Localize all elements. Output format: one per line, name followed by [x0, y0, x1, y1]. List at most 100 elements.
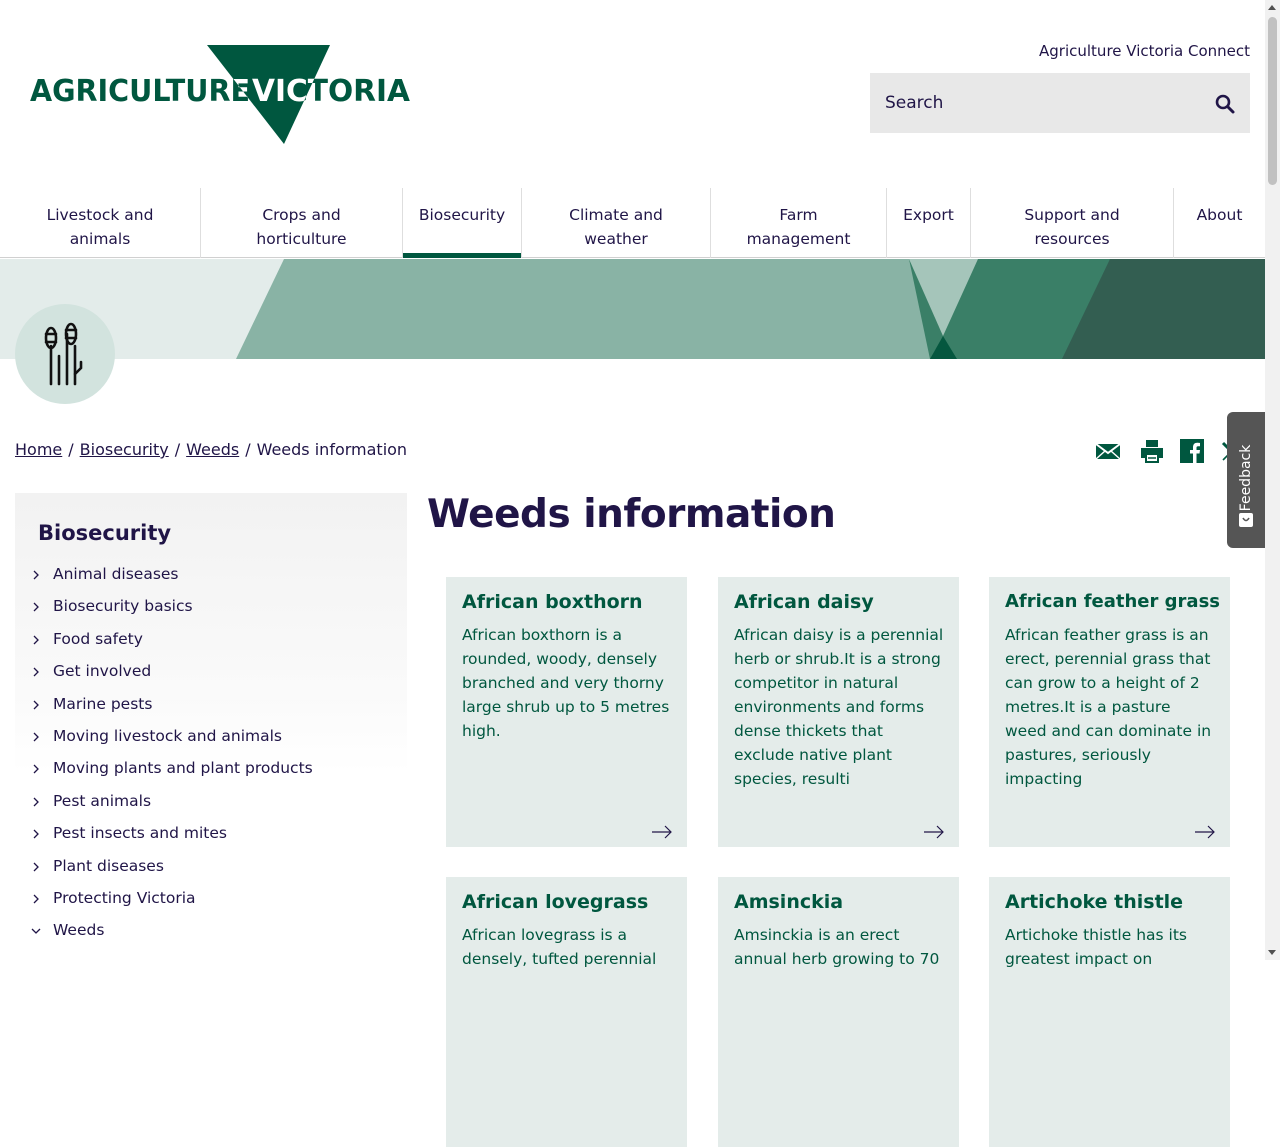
- sidebar-item-pest-animals[interactable]: Pest animals: [15, 789, 407, 817]
- scroll-thumb[interactable]: [1268, 17, 1277, 185]
- weed-card-african-boxthorn[interactable]: African boxthorn African boxthorn is a r…: [446, 577, 687, 847]
- card-title: Amsinckia: [734, 891, 844, 913]
- sidebar-item-label: Pest insects and mites: [53, 824, 227, 842]
- breadcrumb-current: Weeds information: [256, 440, 408, 459]
- chevron-right-icon: [33, 667, 39, 677]
- sidebar-item-marine-pests[interactable]: Marine pests: [15, 692, 407, 720]
- card-title: African lovegrass: [462, 891, 649, 913]
- sidebar-item-label: Food safety: [53, 630, 143, 648]
- logo-word-agriculture: AGRICULTURE: [30, 74, 250, 109]
- nav-label: Farm management: [746, 206, 851, 248]
- weed-card-artichoke-thistle[interactable]: Artichoke thistle Artichoke thistle has …: [989, 877, 1230, 1147]
- chevron-right-icon: [33, 700, 39, 710]
- sidebar-item-animal-diseases[interactable]: Animal diseases: [15, 562, 407, 590]
- card-title: African boxthorn: [462, 591, 643, 613]
- breadcrumb-weeds[interactable]: Weeds: [186, 440, 239, 459]
- sidebar-item-label: Protecting Victoria: [53, 889, 196, 907]
- feedback-label: Feedback: [1238, 444, 1254, 512]
- sidebar-item-weeds[interactable]: Weeds: [15, 918, 407, 946]
- nav-support-and-resources[interactable]: Support and resources: [970, 188, 1173, 258]
- sidebar-item-label: Plant diseases: [53, 857, 164, 875]
- wheat-icon: [44, 322, 83, 386]
- sidebar-item-moving-plants-and-plant-products[interactable]: Moving plants and plant products: [15, 756, 407, 784]
- sidebar-item-label: Moving plants and plant products: [53, 759, 313, 777]
- arrow-right-icon: [924, 825, 944, 839]
- breadcrumb-biosecurity[interactable]: Biosecurity: [80, 440, 169, 459]
- nav-label: Biosecurity: [418, 206, 506, 224]
- hero-circle: [15, 304, 115, 404]
- card-title: African daisy: [734, 591, 874, 613]
- print-icon: [1141, 440, 1163, 463]
- agriculture-victoria-connect-link[interactable]: Agriculture Victoria Connect: [1039, 42, 1250, 60]
- sidebar-item-plant-diseases[interactable]: Plant diseases: [15, 854, 407, 882]
- sidebar-item-label: Moving livestock and animals: [53, 727, 283, 745]
- section-sidebar: Biosecurity Animal diseases Biosecurity …: [15, 493, 407, 960]
- card-description: African daisy is a perennial herb or shr…: [734, 626, 944, 788]
- sidebar-item-protecting-victoria[interactable]: Protecting Victoria: [15, 886, 407, 914]
- facebook-icon: [1180, 439, 1204, 463]
- search-box: [870, 73, 1250, 133]
- chevron-right-icon: [33, 862, 39, 872]
- weed-card-amsinckia[interactable]: Amsinckia Amsinckia is an erect annual h…: [718, 877, 959, 1147]
- chevron-right-icon: [33, 829, 39, 839]
- card-description: African feather grass is an erect, peren…: [1005, 626, 1212, 788]
- sidebar-item-label: Weeds: [53, 921, 105, 939]
- card-description: Amsinckia is an erect annual herb growin…: [734, 926, 940, 968]
- nav-climate-and-weather[interactable]: Climate and weather: [521, 188, 710, 258]
- chevron-right-icon: [33, 894, 39, 904]
- breadcrumb-separator: /: [174, 440, 181, 459]
- nav-biosecurity[interactable]: Biosecurity: [402, 188, 521, 258]
- chevron-right-icon: [33, 797, 39, 807]
- sidebar-item-label: Animal diseases: [53, 565, 179, 583]
- print-button[interactable]: [1140, 438, 1166, 464]
- breadcrumb-home[interactable]: Home: [15, 440, 62, 459]
- nav-label: Livestock and animals: [46, 206, 154, 248]
- sidebar-item-moving-livestock-and-animals[interactable]: Moving livestock and animals: [15, 724, 407, 752]
- hero-banner: [0, 259, 1265, 359]
- weed-card-african-daisy[interactable]: African daisy African daisy is a perenni…: [718, 577, 959, 847]
- weed-card-african-lovegrass[interactable]: African lovegrass African lovegrass is a…: [446, 877, 687, 1147]
- chevron-right-icon: [33, 570, 39, 580]
- nav-about[interactable]: About: [1173, 188, 1265, 258]
- sidebar-title: Biosecurity: [38, 521, 172, 545]
- sidebar-item-get-involved[interactable]: Get involved: [15, 659, 407, 687]
- search-input[interactable]: [870, 73, 1200, 133]
- page-scrollbar[interactable]: [1265, 0, 1280, 960]
- chevron-right-icon: [33, 732, 39, 742]
- scroll-up-arrow[interactable]: [1268, 5, 1276, 10]
- nav-livestock-and-animals[interactable]: Livestock and animals: [0, 188, 200, 258]
- search-button[interactable]: [1214, 93, 1236, 115]
- breadcrumb-separator: /: [245, 440, 251, 459]
- arrow-right-icon: [1195, 825, 1215, 839]
- feedback-tab[interactable]: Feedback: [1227, 412, 1265, 548]
- agriculture-victoria-logo[interactable]: AGRICULTURE VICTORIA AGRICULTURE VICTORI…: [30, 44, 410, 144]
- breadcrumb: Home / Biosecurity / Weeds / Weeds information: [15, 440, 407, 459]
- arrow-right-icon: [652, 825, 672, 839]
- nav-label: Export: [903, 206, 954, 224]
- card-title: Artichoke thistle: [1005, 891, 1184, 913]
- feedback-smile-icon: [1239, 513, 1253, 527]
- card-description: African lovegrass is a densely, tufted p…: [462, 926, 657, 968]
- card-title: African feather grass: [1005, 591, 1220, 612]
- weed-card-african-feather-grass[interactable]: African feather grass African feather gr…: [989, 577, 1230, 847]
- chevron-down-icon: [31, 928, 41, 934]
- nav-crops-and-horticulture[interactable]: Crops and horticulture: [200, 188, 402, 258]
- card-description: Artichoke thistle has its greatest impac…: [1005, 926, 1187, 968]
- nav-export[interactable]: Export: [886, 188, 970, 258]
- nav-farm-management[interactable]: Farm management: [710, 188, 886, 258]
- main-navigation: Livestock and animals Crops and horticul…: [0, 188, 1265, 258]
- email-share-button[interactable]: [1095, 438, 1123, 464]
- chevron-right-icon: [33, 764, 39, 774]
- sidebar-item-label: Pest animals: [53, 792, 152, 810]
- facebook-share-button[interactable]: [1180, 438, 1206, 464]
- chevron-right-icon: [33, 635, 39, 645]
- sidebar-item-pest-insects-and-mites[interactable]: Pest insects and mites: [15, 821, 407, 849]
- chevron-right-icon: [33, 602, 39, 612]
- sidebar-item-label: Marine pests: [53, 695, 153, 713]
- sidebar-item-food-safety[interactable]: Food safety: [15, 627, 407, 655]
- nav-label: About: [1196, 206, 1243, 224]
- nav-label: Crops and horticulture: [256, 206, 347, 248]
- sidebar-item-biosecurity-basics[interactable]: Biosecurity basics: [15, 594, 407, 622]
- scroll-down-arrow[interactable]: [1268, 950, 1276, 955]
- sidebar-item-label: Get involved: [53, 662, 152, 680]
